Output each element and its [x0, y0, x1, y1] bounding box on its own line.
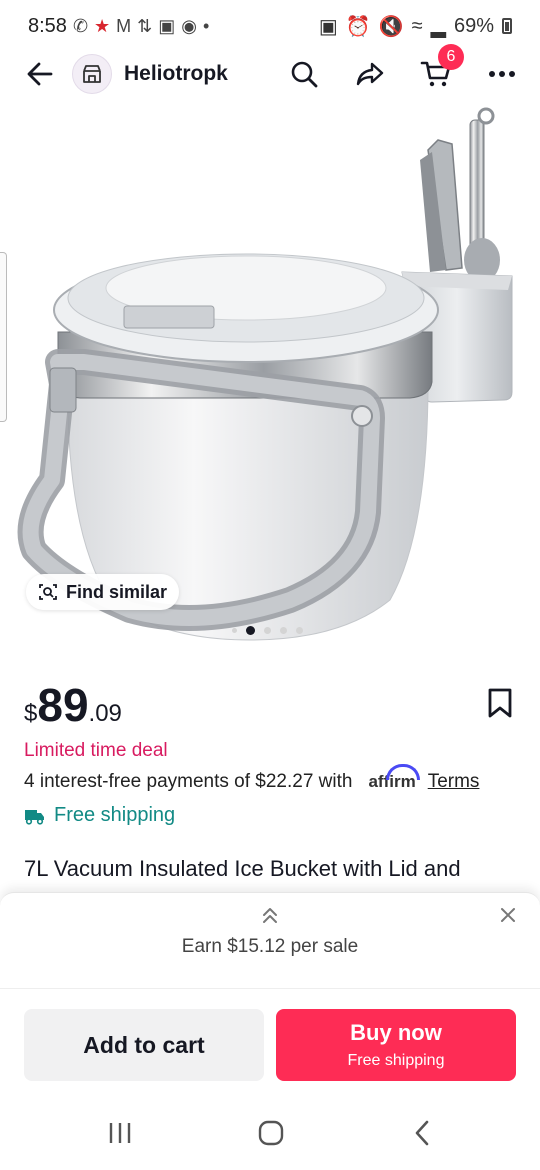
shipping-label: Free shipping: [54, 804, 176, 826]
earn-text: Earn $15.12 per sale: [181, 936, 359, 957]
nfc-icon: ▣: [318, 15, 338, 38]
back-arrow-icon: [27, 62, 53, 86]
shop-avatar[interactable]: [72, 54, 112, 94]
star-icon: ★: [94, 15, 111, 36]
installments-row: 4 interest-free payments of $22.27 with …: [24, 764, 480, 793]
more-options-button[interactable]: [484, 56, 520, 92]
deal-label: Limited time deal: [24, 740, 168, 761]
pagination-dot-active[interactable]: [246, 626, 255, 635]
shop-name[interactable]: Heliotropk: [124, 62, 228, 86]
affirm-arc-icon: [386, 764, 421, 780]
home-icon: [258, 1120, 284, 1146]
pagination-dot[interactable]: [232, 628, 237, 633]
shopping-bag-icon: ◉: [181, 15, 197, 36]
alarm-icon: ⏰: [345, 15, 371, 38]
sync-icon: ⇅: [137, 15, 153, 36]
purchase-actions: Add to cart Buy now Free shipping: [0, 988, 540, 1096]
save-button[interactable]: [484, 686, 516, 720]
back-nav-button[interactable]: [402, 1118, 442, 1148]
share-button[interactable]: [352, 56, 388, 92]
installments-text: 4 interest-free payments of $22.27 with: [24, 771, 353, 792]
pagination-dot[interactable]: [296, 627, 303, 634]
add-to-cart-button[interactable]: Add to cart: [24, 1009, 264, 1081]
more-notifications-icon: •: [203, 15, 210, 36]
image-search-icon: [39, 584, 57, 600]
price-currency: $: [24, 700, 38, 727]
buy-now-button[interactable]: Buy now Free shipping: [276, 1009, 516, 1081]
pagination-dot[interactable]: [264, 627, 271, 634]
recent-apps-icon: [109, 1123, 131, 1143]
mute-icon: 🔇: [378, 15, 404, 38]
chevron-left-icon: [415, 1120, 429, 1146]
find-similar-button[interactable]: Find similar: [26, 574, 180, 610]
expand-sheet-button[interactable]: [258, 903, 282, 927]
cart-button[interactable]: 6: [418, 44, 464, 92]
price-cents: .09: [88, 700, 122, 727]
ice-bucket-image: [17, 107, 513, 641]
system-nav-bar: [0, 1096, 540, 1170]
close-sheet-button[interactable]: [496, 903, 520, 927]
header: Heliotropk 6: [0, 44, 540, 96]
search-icon: [291, 61, 318, 88]
side-panel-tab[interactable]: [0, 252, 7, 422]
cart-count-badge: 6: [438, 44, 464, 70]
affirm-logo: affirm: [368, 764, 421, 792]
signal-icon: ▂: [430, 15, 446, 38]
find-similar-label: Find similar: [66, 581, 168, 602]
buy-now-label: Buy now: [350, 1020, 442, 1045]
buy-now-shipping: Free shipping: [347, 1052, 445, 1069]
wifi-icon: ≈: [411, 14, 423, 37]
double-chevron-up-icon: [263, 908, 277, 923]
more-icon: [489, 71, 515, 77]
share-icon: [356, 62, 384, 86]
battery-percent: 69%: [453, 14, 494, 37]
close-icon: [501, 908, 515, 922]
product-image[interactable]: [0, 100, 540, 648]
shipping-row[interactable]: Free shipping: [24, 804, 175, 827]
back-button[interactable]: [20, 54, 60, 94]
battery-icon: [502, 18, 512, 34]
truck-icon: [25, 809, 44, 825]
status-time: 8:58: [28, 14, 67, 37]
store-icon: [83, 65, 101, 83]
status-bar: 8:58 ✆ ★ M ⇅ ▣ ◉ • ▣ ⏰ 🔇 ≈ ▂ 69%: [0, 0, 540, 52]
home-button[interactable]: [251, 1118, 291, 1148]
terms-link[interactable]: Terms: [428, 771, 480, 793]
pagination-dot[interactable]: [280, 627, 287, 634]
image-pagination: [232, 626, 303, 635]
whatsapp-icon: ✆: [72, 15, 89, 36]
earn-commission-sheet: Earn $15.12 per sale: [0, 892, 540, 988]
search-button[interactable]: [286, 56, 322, 92]
recent-apps-button[interactable]: [100, 1118, 140, 1148]
price-whole: 89: [37, 679, 89, 731]
gmail-icon: M: [116, 15, 132, 36]
product-title: 7L Vacuum Insulated Ice Bucket with Lid …: [24, 856, 461, 881]
gallery-icon: ▣: [158, 15, 176, 36]
product-price: $ 89 .09: [24, 678, 122, 732]
bookmark-icon: [488, 688, 512, 718]
